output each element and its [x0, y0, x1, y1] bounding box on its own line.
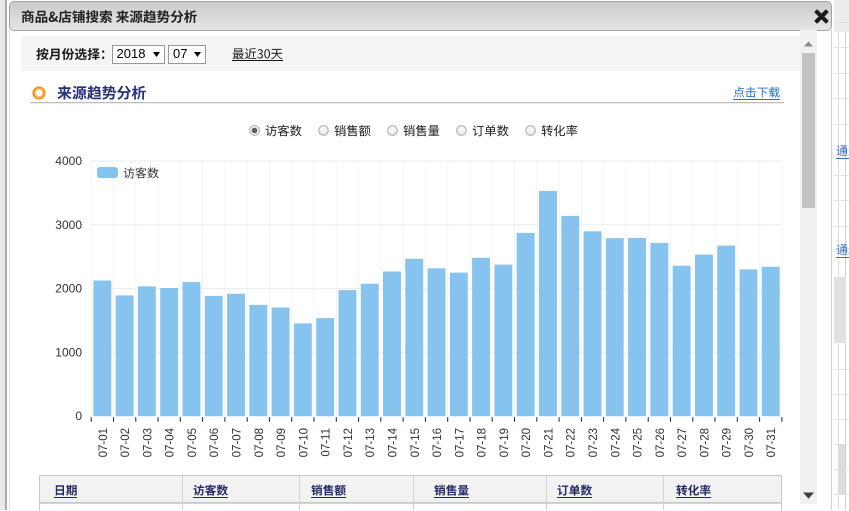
svg-text:0: 0	[75, 409, 82, 423]
svg-text:07-01: 07-01	[98, 428, 110, 457]
svg-text:07-06: 07-06	[209, 428, 221, 457]
svg-text:07-23: 07-23	[588, 428, 600, 457]
svg-text:07-22: 07-22	[566, 428, 578, 457]
svg-text:07-16: 07-16	[432, 428, 444, 457]
svg-text:07-19: 07-19	[499, 428, 511, 457]
svg-text:07-29: 07-29	[722, 428, 734, 457]
svg-text:07-03: 07-03	[142, 428, 154, 457]
svg-text:07-05: 07-05	[187, 428, 199, 457]
svg-text:07-02: 07-02	[120, 428, 132, 457]
svg-text:07-14: 07-14	[388, 427, 400, 457]
svg-text:07-17: 07-17	[454, 428, 466, 457]
svg-text:07-18: 07-18	[477, 428, 489, 457]
svg-text:2000: 2000	[55, 282, 82, 296]
svg-text:3000: 3000	[55, 218, 82, 232]
svg-text:1000: 1000	[55, 345, 82, 359]
svg-text:07-20: 07-20	[521, 428, 533, 457]
svg-text:07-07: 07-07	[232, 428, 244, 457]
svg-text:07-27: 07-27	[677, 428, 689, 457]
svg-text:07-30: 07-30	[744, 428, 756, 457]
svg-text:07-21: 07-21	[543, 428, 555, 457]
svg-text:07-04: 07-04	[165, 427, 177, 457]
svg-text:07-08: 07-08	[254, 428, 266, 457]
svg-text:07-09: 07-09	[276, 428, 288, 457]
svg-text:07-12: 07-12	[343, 428, 355, 457]
svg-text:07-11: 07-11	[321, 428, 333, 457]
svg-text:07-26: 07-26	[655, 428, 667, 457]
svg-text:07-28: 07-28	[699, 428, 711, 457]
svg-text:07-25: 07-25	[633, 428, 645, 457]
svg-text:07-15: 07-15	[410, 428, 422, 457]
svg-text:07-31: 07-31	[766, 428, 778, 457]
svg-text:07-10: 07-10	[298, 428, 310, 457]
svg-text:07-24: 07-24	[610, 427, 622, 457]
svg-text:07-13: 07-13	[365, 428, 377, 457]
svg-text:4000: 4000	[55, 154, 82, 168]
